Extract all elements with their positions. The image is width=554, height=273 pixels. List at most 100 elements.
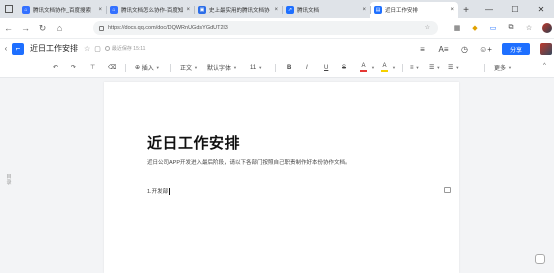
reload-icon[interactable]: ↻ (34, 23, 51, 34)
document-page[interactable] (104, 82, 459, 273)
url-input[interactable]: https://docs.qq.com/doc/DQWRnUGdsYGdUT2l… (93, 21, 438, 35)
outline-toggle[interactable]: 目录 (5, 174, 13, 186)
tab-close-icon[interactable]: × (98, 7, 102, 13)
strikethrough-button[interactable]: S (342, 65, 346, 71)
bookmark-star-icon[interactable]: ☆ (425, 24, 430, 31)
comment-icon[interactable] (444, 187, 451, 193)
unordered-list-icon: ☰ (448, 65, 454, 71)
browser-tab-3[interactable]: ▣ 史上最实用的腾讯文档协 × (194, 2, 282, 18)
undo-icon[interactable]: ↶ (53, 64, 58, 71)
highlight-glyph: A (382, 63, 387, 69)
reading-list-icon[interactable]: ▦ (448, 18, 466, 38)
tab-title: 腾讯文档协作_百度搜索 (33, 8, 92, 14)
browser-tab-strip: ⌂ 腾讯文档协作_百度搜索 × ⌂ 腾讯文档怎么协作-百度知 × ▣ 史上最实用… (0, 0, 554, 18)
favorites-icon[interactable]: ☆ (520, 18, 538, 38)
redo-icon[interactable]: ↷ (71, 64, 76, 71)
site-favicon-icon: ▣ (198, 6, 206, 14)
italic-button[interactable]: I (306, 65, 308, 71)
browser-tab-active[interactable]: ▤ 近日工作安排 × (370, 2, 458, 18)
underline-button[interactable]: U (324, 65, 328, 71)
more-label: 更多 (494, 66, 507, 72)
align-left-icon: ≡ (410, 64, 414, 71)
paragraph-style-select[interactable]: 正文 ▼ (180, 63, 198, 72)
bold-button[interactable]: B (287, 65, 291, 71)
tab-close-icon[interactable]: × (362, 7, 366, 13)
ordered-list-select[interactable]: ☰ ▼ (429, 64, 440, 71)
tab-title: 腾讯文档 (297, 8, 320, 14)
paragraph-style-label: 正文 (180, 66, 193, 72)
tab-close-icon[interactable]: × (186, 7, 190, 13)
insert-menu[interactable]: ⊕ 插入 ▼ (135, 63, 160, 72)
user-avatar[interactable] (540, 43, 552, 55)
font-family-label: 默认字体 (207, 66, 232, 72)
font-icon[interactable]: A≡ (433, 45, 454, 54)
font-family-select[interactable]: 默认字体 ▼ (207, 63, 237, 72)
tab-close-icon[interactable]: × (450, 7, 454, 13)
maximize-button[interactable]: ☐ (502, 0, 528, 18)
tab-title: 近日工作安排 (385, 8, 419, 14)
close-window-button[interactable]: ✕ (528, 0, 554, 18)
highlight-button[interactable]: A (381, 63, 388, 72)
highlight-swatch (381, 70, 388, 72)
unordered-list-select[interactable]: ☰ ▼ (448, 64, 459, 71)
doc-back-icon[interactable]: ‹ (0, 44, 12, 53)
menu-icon[interactable]: ≡ (412, 45, 433, 54)
minimize-button[interactable]: — (476, 0, 502, 18)
font-color-dropdown-icon[interactable]: ▼ (369, 65, 375, 70)
tab-title: 腾讯文档怎么协作-百度知 (121, 8, 184, 14)
cast-icon[interactable]: ▭ (484, 18, 502, 38)
collections-icon[interactable]: ⧉ (502, 18, 520, 38)
clear-format-icon[interactable]: ⌫ (108, 64, 116, 71)
profile-avatar[interactable] (538, 18, 554, 38)
document-paragraph[interactable]: 近日公司APP开发进入最后阶段，请以下各部门按照自己职责制作好本份协作文档。 (147, 158, 351, 166)
font-color-glyph: A (361, 63, 366, 69)
new-tab-button[interactable]: + (458, 2, 474, 18)
url-text: https://docs.qq.com/doc/DQWRnUGdsYGdUT2l… (108, 25, 228, 31)
home-icon[interactable]: ⌂ (51, 23, 68, 33)
back-icon[interactable]: ← (0, 23, 17, 33)
share-button[interactable]: 分享 (502, 43, 530, 55)
format-painter-icon[interactable]: ⊤ (90, 64, 95, 71)
baidu-favicon-icon: ⌂ (22, 6, 30, 14)
lock-icon (99, 25, 104, 31)
toolbar-divider (402, 63, 403, 72)
insert-label: 插入 (141, 66, 154, 72)
browser-tab-1[interactable]: ⌂ 腾讯文档协作_百度搜索 × (18, 2, 106, 18)
collapse-toolbar-icon[interactable]: ^ (543, 63, 546, 69)
clock-icon (104, 46, 110, 51)
doc-header-actions: ≡ A≡ ◷ ☺+ 分享 (412, 39, 554, 59)
font-color-swatch (360, 70, 367, 72)
tencent-docs-logo-icon[interactable]: ⌐ (12, 42, 24, 55)
browser-tab-4[interactable]: ↗ 腾讯文档 × (282, 2, 370, 18)
font-color-button[interactable]: A (360, 63, 367, 72)
forward-icon[interactable]: → (17, 23, 34, 33)
tab-title: 史上最实用的腾讯文档协 (209, 8, 270, 14)
highlight-dropdown-icon[interactable]: ▼ (390, 65, 396, 70)
tab-close-icon[interactable]: × (274, 7, 278, 13)
extension-icon[interactable]: ◆ (466, 18, 484, 38)
tencent-docs-favicon-icon: ▤ (374, 6, 382, 14)
star-icon[interactable]: ☆ (84, 45, 90, 53)
add-user-icon[interactable]: ☺+ (475, 45, 496, 54)
help-icon[interactable] (535, 254, 545, 264)
toolbar-divider (170, 63, 171, 72)
document-heading[interactable]: 近日工作安排 (147, 132, 240, 153)
window-menu-icon[interactable] (0, 0, 18, 18)
ordered-list-icon: ☰ (429, 65, 435, 71)
save-status-text: 最近保存 15:11 (111, 46, 146, 52)
window-controls: — ☐ ✕ (476, 0, 554, 18)
browser-tab-2[interactable]: ⌂ 腾讯文档怎么协作-百度知 × (106, 2, 194, 18)
baidu-favicon-icon: ⌂ (110, 6, 118, 14)
font-size-select[interactable]: 11 ▼ (250, 65, 262, 71)
format-toolbar: ↶ ↷ ⊤ ⌫ ⊕ 插入 ▼ 正文 ▼ 默认字体 ▼ 11 ▼ B I U S A ▼ … (0, 58, 554, 78)
folder-icon[interactable]: ▢ (94, 45, 101, 53)
toolbar-divider (125, 63, 126, 72)
insert-icon: ⊕ (135, 65, 141, 71)
save-status: 最近保存 15:11 (104, 45, 146, 52)
align-select[interactable]: ≡ ▼ (410, 65, 419, 71)
history-icon[interactable]: ◷ (454, 45, 475, 54)
list-item[interactable]: 1.开发部 (147, 187, 171, 196)
doc-title[interactable]: 近日工作安排 (30, 43, 78, 54)
more-menu[interactable]: 更多 ▼ (494, 63, 512, 72)
extensions-bar: ▦ ◆ ▭ ⧉ ☆ (448, 18, 554, 38)
